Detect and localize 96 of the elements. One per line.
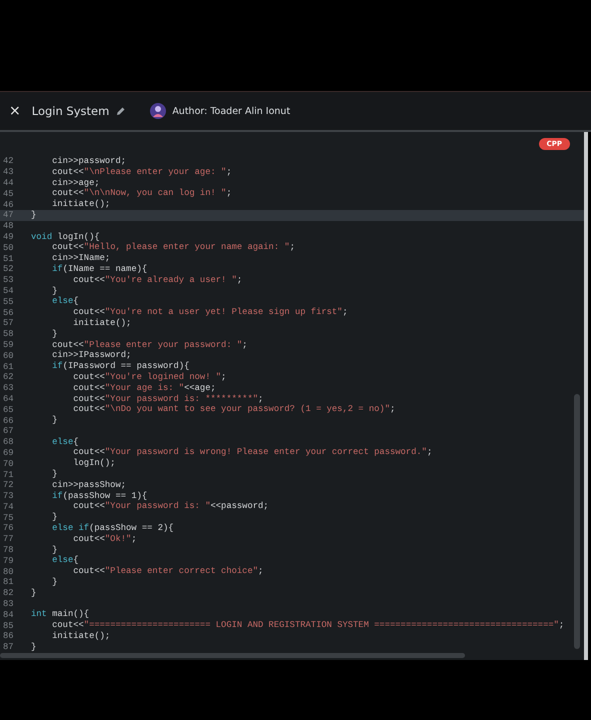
code-line: cout<<"Your password is: *********"; [72,394,264,404]
line-number: 80 [2,566,15,577]
code-line: } [51,328,58,340]
line-number: 42 [2,156,15,166]
code-line: cout<<"======================= LOGIN AND REGISTRATION SYSTEM =================================="; [51,620,564,632]
line-number: 58 [2,329,15,340]
line-number: 53 [2,275,15,286]
line-number: 87 [2,642,15,652]
line-number: 79 [2,556,15,566]
code-line: } [31,588,36,599]
project-title: Login System [32,104,110,118]
code-line: cout<<"Your age is: "<<age; [72,382,216,394]
line-number: 85 [2,620,15,631]
line-number: 57 [2,318,15,328]
code-line: cout<<"\n\nNow, you can log in! "; [51,188,232,200]
code-line: if(IName == name){ [51,264,148,275]
code-line: if(IPassword == password){ [51,361,190,372]
code-line: logIn(); [72,458,116,470]
code-line: initiate(); [51,631,110,642]
line-number: 52 [2,264,15,274]
code-line: cout<<"Your password is wrong! Please enter your correct password."; [72,447,432,458]
code-line: cout<<"\nPlease enter your age: "; [51,166,232,178]
code-line: void logIn(){ [31,232,100,242]
code-line: else{ [51,436,79,448]
code-line: else{ [51,296,79,308]
vertical-scrollbar[interactable] [574,394,580,649]
line-number: 70 [2,458,15,469]
code-line: cout<<"Please enter correct choice"; [72,566,264,578]
line-number: 81 [2,577,15,588]
code-line: } [51,512,58,524]
line-number: 84 [2,610,15,620]
line-number: 69 [2,448,15,458]
code-line: cout<<"Hello, please enter your name again: "; [51,242,295,254]
code-line: } [51,286,58,296]
code-line: cout<<"You're logined now! "; [72,372,226,383]
code-line: cin>>passShow; [51,480,126,491]
line-number: 46 [2,200,15,210]
line-number: 75 [2,512,15,523]
line-number: 45 [2,188,15,199]
code-line: } [51,415,58,426]
code-line: } [31,210,36,221]
code-line: cout<<"\nDo you want to see your password? (1 = yes,2 = no)"; [72,404,396,416]
line-number: 48 [2,221,15,232]
line-number: 73 [2,491,15,502]
line-number: 76 [2,523,15,534]
code-line: } [51,577,58,588]
line-number: 64 [2,394,15,404]
line-number: 60 [2,350,15,361]
code-line: } [31,642,36,653]
line-number: 51 [2,254,15,264]
code-line: cout<<"Ok!"; [72,534,137,545]
line-number: 72 [2,480,15,490]
pencil-icon[interactable] [116,106,126,116]
code-line: cout<<"Please enter your password: "; [51,340,248,350]
code-line: cin>>age; [51,178,100,188]
line-number: 44 [2,178,15,188]
code-line: } [51,544,58,556]
line-number: 82 [2,588,15,598]
line-number: 62 [2,372,15,382]
author-label: Author: Toader Alin Ionut [172,106,290,116]
line-number: 74 [2,502,15,512]
close-button[interactable]: × [6,103,24,119]
line-number: 71 [2,470,15,480]
line-number: 63 [2,383,15,394]
line-number: 47 [2,210,15,220]
line-number: 86 [2,631,15,642]
line-number: 77 [2,534,15,544]
code-line: if(passShow == 1){ [51,490,148,502]
line-number: 50 [2,242,15,253]
code-line: initiate(); [72,318,132,329]
code-line: cin>>password; [51,156,126,167]
code-line: cin>>IName; [51,253,110,264]
code-line: cin>>IPassword; [51,350,132,362]
line-number: 55 [2,296,15,307]
code-line: cout<<"Your password is: "<<password; [72,501,269,512]
code-line: cout<<"You're already a user! "; [72,274,242,286]
line-number: 56 [2,308,15,318]
line-number: 61 [2,362,15,372]
line-number: 43 [2,167,15,178]
line-number: 68 [2,437,15,448]
code-line: initiate(); [51,199,110,210]
line-number: 67 [2,426,15,436]
code-line: } [51,469,58,480]
line-number: 83 [2,599,15,610]
avatar-icon [150,103,166,119]
code-line: int main(){ [31,609,90,620]
line-number: 49 [2,232,15,242]
line-number: 59 [2,340,15,350]
code-line: else if(passShow == 2){ [51,523,174,534]
code-line: cout<<"You're not a user yet! Please sign up first"; [72,307,348,318]
line-number: 65 [2,404,15,415]
line-number: 54 [2,286,15,296]
horizontal-scrollbar[interactable] [0,653,465,658]
line-number: 66 [2,416,15,426]
code-line: else{ [51,555,79,566]
line-number: 78 [2,545,15,556]
